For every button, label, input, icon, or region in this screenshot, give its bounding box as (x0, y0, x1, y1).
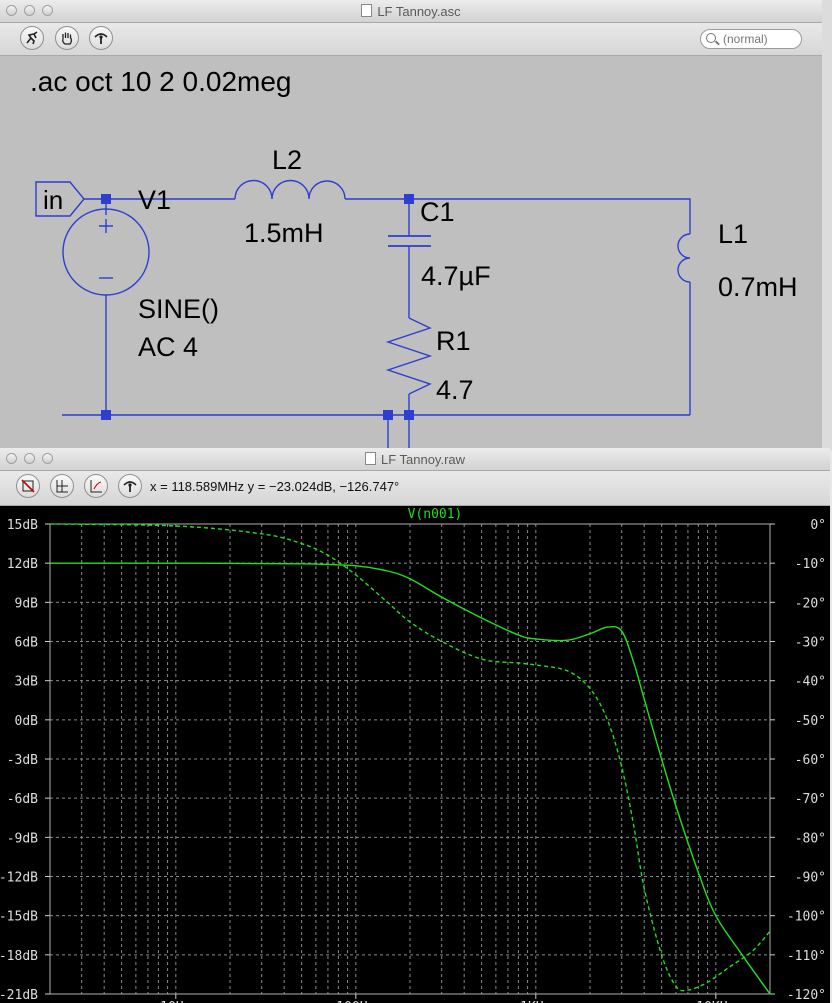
autorange-icon (21, 479, 35, 493)
schematic-toolbar: (normal) (0, 23, 822, 56)
y-right-tick-label: 0° (810, 518, 826, 533)
probe-icon (94, 33, 108, 44)
l2-label[interactable]: L2 (272, 145, 302, 175)
plot-toolbar: x = 118.589MHz y = −23.024dB, −126.747° (0, 471, 830, 506)
node-ground-a[interactable] (383, 410, 393, 420)
wire-top-right (345, 198, 691, 234)
grid-button[interactable] (50, 474, 74, 498)
c1-value[interactable]: 4.7µF (421, 261, 491, 291)
plot-probe-button[interactable] (118, 474, 142, 498)
autorange-button[interactable] (16, 474, 40, 498)
document-icon (361, 4, 373, 17)
node-v1-top[interactable] (101, 194, 111, 204)
y-right-tick-label: -60° (795, 753, 826, 768)
run-button[interactable] (20, 26, 44, 50)
y-right-tick-label: -20° (795, 596, 826, 611)
l1-value[interactable]: 0.7mH (718, 272, 798, 302)
port-label[interactable]: in (43, 185, 63, 215)
y-left-tick-label: 12dB (7, 557, 38, 572)
zoom-area-button[interactable] (84, 474, 108, 498)
y-left-tick-label: 6dB (15, 636, 39, 651)
node-v1-bottom[interactable] (101, 410, 111, 420)
zoom-icon (90, 480, 102, 493)
grid-icon (56, 480, 68, 493)
y-left-tick-label: -3dB (7, 753, 38, 768)
plot-window: LF Tannoy.raw x = 118.589MHz y = −23.024… (0, 448, 830, 1003)
window-title-text: LF Tannoy.asc (377, 4, 461, 19)
window-title: LF Tannoy.asc (0, 4, 822, 19)
y-left-tick-label: -21dB (0, 988, 38, 1003)
c1-label[interactable]: C1 (420, 197, 455, 227)
y-left-tick-label: -6dB (7, 792, 38, 807)
y-right-tick-label: -110° (787, 949, 826, 964)
plot-document-icon (364, 452, 376, 465)
y-right-tick-label: -100° (787, 910, 826, 925)
wires (35, 179, 691, 450)
ac-directive[interactable]: .ac oct 10 2 0.02meg (30, 66, 292, 97)
y-left-tick-label: -9dB (7, 831, 38, 846)
cursor-readout: x = 118.589MHz y = −23.024dB, −126.747° (150, 479, 400, 494)
y-left-tick-label: -18dB (0, 949, 38, 964)
y-right-tick-label: -120° (787, 988, 826, 1003)
plot-window-title-text: LF Tannoy.raw (380, 452, 466, 467)
hand-icon (62, 32, 72, 45)
search-input[interactable]: (normal) (700, 29, 802, 49)
r1-label[interactable]: R1 (436, 326, 471, 356)
y-left-tick-label: -15dB (0, 910, 38, 925)
y-left-tick-label: 15dB (7, 518, 38, 533)
node-c1-top[interactable] (404, 194, 414, 204)
y-right-tick-label: -70° (795, 792, 826, 807)
v1-label[interactable]: V1 (138, 185, 171, 215)
schematic-canvas[interactable]: .ac oct 10 2 0.02meg in V1 SINE() AC 4 L… (0, 56, 822, 450)
node-ground-b[interactable] (404, 410, 414, 420)
inductor-l2 (234, 179, 346, 200)
search-icon (706, 33, 716, 43)
y-left-tick-label: 0dB (15, 714, 39, 729)
v1-value[interactable]: SINE() (138, 294, 219, 324)
plot-window-title: LF Tannoy.raw (0, 452, 830, 467)
schematic-window: LF Tannoy.asc (normal) .ac oct 10 2 0.02… (0, 0, 823, 450)
y-right-tick-label: -90° (795, 871, 826, 886)
r1-value[interactable]: 4.7 (436, 375, 474, 405)
probe-icon (123, 481, 137, 492)
run-icon (26, 31, 38, 45)
y-right-tick-label: -40° (795, 675, 826, 690)
y-right-tick-label: -30° (795, 636, 826, 651)
capacitor-c1 (388, 235, 431, 247)
y-right-tick-label: -10° (795, 557, 826, 572)
wire-stubs (387, 415, 410, 450)
y-right-tick-label: -80° (795, 831, 826, 846)
l2-value[interactable]: 1.5mH (244, 218, 324, 248)
l1-label[interactable]: L1 (718, 219, 748, 249)
search-placeholder: (normal) (723, 32, 768, 46)
plot-titlebar[interactable]: LF Tannoy.raw (0, 448, 830, 471)
trace-title: V(n001) (408, 507, 463, 522)
background-window-edge (822, 0, 832, 450)
pan-button[interactable] (55, 26, 79, 50)
v1-ac[interactable]: AC 4 (138, 332, 198, 362)
inductor-l1 (677, 233, 691, 283)
y-right-tick-label: -50° (795, 714, 826, 729)
schematic-drawing: .ac oct 10 2 0.02meg in V1 SINE() AC 4 L… (30, 66, 798, 450)
y-left-tick-label: 9dB (15, 596, 39, 611)
bode-plot[interactable]: 15dB 12dB 9dB 6dB 3dB 0dB -3dB -6dB -9dB -12dB -15… (0, 506, 830, 1003)
y-left-tick-label: -12dB (0, 871, 38, 886)
y-left-tick-label: 3dB (15, 675, 39, 690)
resistor-r1 (385, 317, 433, 395)
probe-button[interactable] (89, 26, 113, 50)
schematic-titlebar[interactable]: LF Tannoy.asc (0, 0, 822, 23)
plus-sign (99, 219, 113, 233)
